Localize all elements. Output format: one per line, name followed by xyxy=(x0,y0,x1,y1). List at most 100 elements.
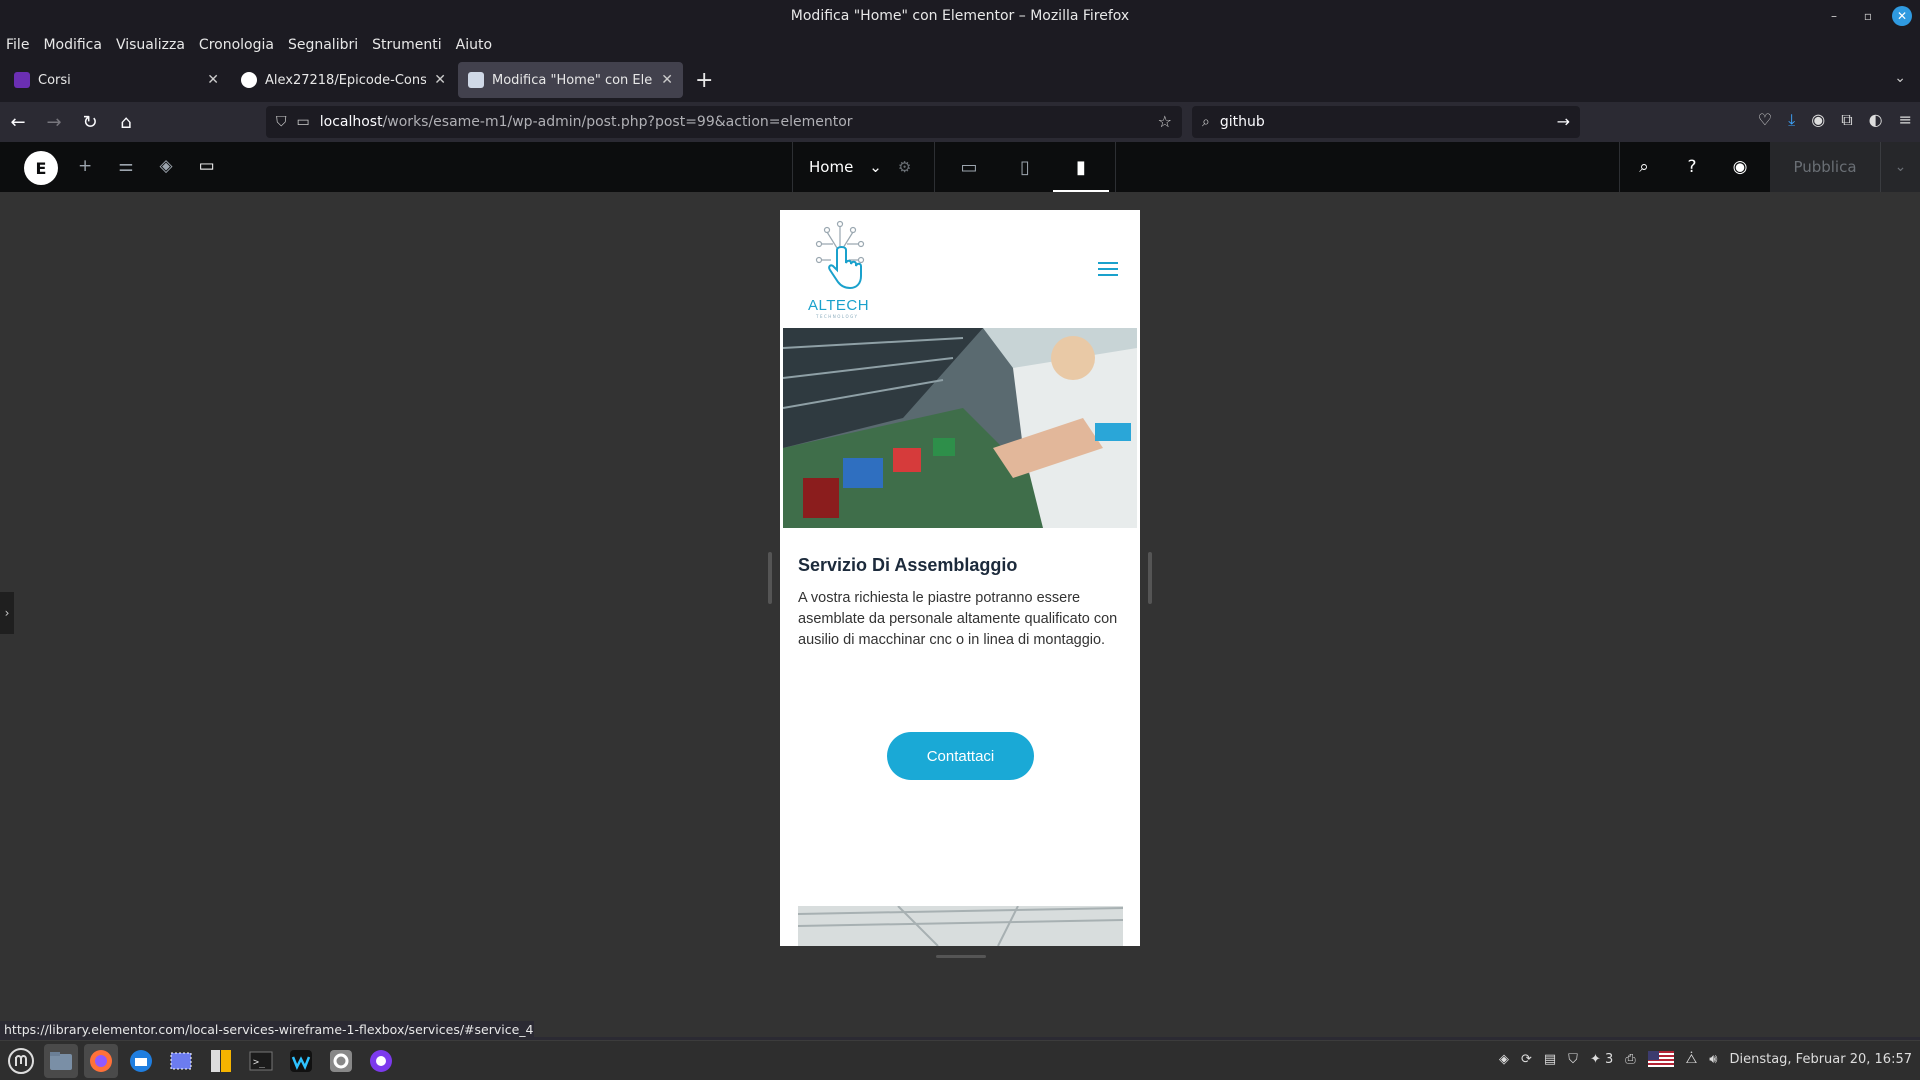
navigation-bar: ← → ↻ ⌂ ⛉ ▭ localhost/works/esame-m1/wp-… xyxy=(0,102,1920,142)
mobile-menu-icon[interactable] xyxy=(1098,262,1118,280)
tab-elementor[interactable]: Modifica "Home" con Elementor ✕ xyxy=(458,62,683,98)
help-icon[interactable]: ? xyxy=(1668,157,1716,177)
notifications-icon[interactable]: ✦ 3 xyxy=(1590,1052,1613,1067)
downloads-icon[interactable]: ⤓ xyxy=(1788,110,1795,130)
service-description: A vostra richiesta le piastre potranno e… xyxy=(798,590,1118,648)
tab-github[interactable]: Alex27218/Epicode-Consegne ✕ xyxy=(231,62,456,98)
corsi-favicon-icon xyxy=(14,72,30,88)
resize-handle-left[interactable] xyxy=(768,552,772,604)
page-icon[interactable]: ▭ xyxy=(297,114,310,130)
editor-canvas: › ALTECH TECHNOLOGY Servizio Di Assembla… xyxy=(0,192,1920,1037)
settings-icon[interactable] xyxy=(324,1044,358,1078)
extensions-icon[interactable]: ⧉ xyxy=(1841,110,1852,130)
volume-icon[interactable]: 🔊︎ xyxy=(1709,1052,1717,1067)
tab-close-icon[interactable]: ✕ xyxy=(207,72,219,88)
tab-close-icon[interactable]: ✕ xyxy=(434,72,446,88)
pocket-icon[interactable]: ♡ xyxy=(1758,110,1772,130)
finder-search-icon[interactable]: ⌕ xyxy=(1620,157,1668,177)
preview-eye-icon[interactable]: ◉ xyxy=(1716,157,1764,177)
elementor-right: ⌕ ? ◉ Pubblica ⌄ xyxy=(1619,142,1920,192)
terminal-icon[interactable]: >_ xyxy=(244,1044,278,1078)
list-all-tabs-icon[interactable]: ⌄ xyxy=(1894,70,1906,86)
status-link: https://library.elementor.com/local-serv… xyxy=(0,1021,534,1037)
calculator-icon[interactable] xyxy=(204,1044,238,1078)
github-desktop-icon[interactable] xyxy=(364,1044,398,1078)
shield-tray-icon[interactable]: ⛉ xyxy=(1568,1052,1578,1067)
discord-icon[interactable]: ◈ xyxy=(1499,1052,1509,1067)
menu-aiuto[interactable]: Aiuto xyxy=(456,37,492,53)
comments-icon[interactable]: ▭ xyxy=(199,156,215,176)
hamburger-menu-icon[interactable]: ≡ xyxy=(1899,110,1912,130)
new-tab-icon[interactable]: + xyxy=(695,68,713,93)
profile-icon[interactable]: ◐ xyxy=(1869,110,1883,130)
menu-segnalibri[interactable]: Segnalibri xyxy=(288,37,358,53)
site-settings-icon[interactable]: ⚌ xyxy=(118,156,133,176)
window-titlebar: Modifica "Home" con Elementor – Mozilla … xyxy=(0,0,1920,32)
publish-button[interactable]: Pubblica xyxy=(1770,142,1880,192)
desktop-icon[interactable]: ▭ xyxy=(941,142,997,192)
clipboard-icon[interactable]: ▤ xyxy=(1544,1052,1556,1067)
search-bar[interactable]: ⌕ github → xyxy=(1192,106,1580,138)
elementor-topbar: E + ⚌ ◈ ▭ Home ⌄ ⚙ ▭ ▯ ▮ ⌕ ? ◉ Pubblica … xyxy=(0,142,1920,192)
back-icon[interactable]: ← xyxy=(0,112,36,133)
menu-cronologia[interactable]: Cronologia xyxy=(199,37,274,53)
reload-icon[interactable]: ↻ xyxy=(72,112,108,133)
mobile-icon[interactable]: ▮ xyxy=(1053,142,1109,192)
menu-bar: File Modifica Visualizza Cronologia Segn… xyxy=(0,32,1920,58)
account-icon[interactable]: ◉ xyxy=(1811,110,1825,130)
toolbar-icons: ♡ ⤓ ◉ ⧉ ◐ ≡ xyxy=(1758,110,1912,130)
forward-icon[interactable]: → xyxy=(36,112,72,133)
tab-title: Modifica "Home" con Elementor xyxy=(492,72,653,88)
panel-toggle-icon[interactable]: › xyxy=(0,592,14,634)
menu-strumenti[interactable]: Strumenti xyxy=(372,37,442,53)
publish-options-chevron-icon[interactable]: ⌄ xyxy=(1880,142,1920,192)
update-icon[interactable]: ⟳ xyxy=(1521,1052,1532,1067)
service-title: Servizio Di Assemblaggio xyxy=(798,555,1018,575)
home-icon[interactable]: ⌂ xyxy=(108,112,144,133)
menu-visualizza[interactable]: Visualizza xyxy=(116,37,185,53)
search-input[interactable]: github xyxy=(1220,114,1265,130)
file-manager-icon[interactable] xyxy=(44,1043,78,1078)
elementor-center: Home ⌄ ⚙ ▭ ▯ ▮ xyxy=(792,142,1116,192)
menu-file[interactable]: File xyxy=(6,37,29,53)
webstorm-icon[interactable] xyxy=(284,1044,318,1078)
elementor-favicon-icon xyxy=(468,72,484,88)
page-settings-gear-icon[interactable]: ⚙ xyxy=(898,158,911,176)
firefox-icon[interactable] xyxy=(84,1043,118,1078)
clock[interactable]: Dienstag, Februar 20, 16:57 xyxy=(1729,1052,1912,1067)
mobile-preview: ALTECH TECHNOLOGY Servizio Di Assemblagg… xyxy=(780,210,1140,946)
menu-modifica[interactable]: Modifica xyxy=(43,37,102,53)
thunderbird-icon[interactable] xyxy=(124,1044,158,1078)
tab-title: Alex27218/Epicode-Consegne xyxy=(265,72,427,88)
minimize-icon[interactable]: – xyxy=(1824,9,1844,23)
tab-corsi[interactable]: Corsi ✕ xyxy=(4,62,229,98)
printer-icon[interactable]: ⎙ xyxy=(1625,1052,1635,1067)
search-icon: ⌕ xyxy=(1202,114,1210,130)
restore-icon[interactable]: ▫ xyxy=(1858,9,1878,23)
shield-icon[interactable]: ⛉ xyxy=(276,114,287,130)
page-selector[interactable]: Home ⌄ ⚙ xyxy=(793,142,935,192)
url-path: /works/esame-m1/wp-admin/post.php?post=9… xyxy=(382,114,853,130)
search-go-icon[interactable]: → xyxy=(1557,112,1570,131)
elementor-logo-icon[interactable]: E xyxy=(24,151,58,185)
second-photo xyxy=(798,906,1123,946)
tab-close-icon[interactable]: ✕ xyxy=(661,72,673,88)
url-bar[interactable]: ⛉ ▭ localhost/works/esame-m1/wp-admin/po… xyxy=(266,106,1182,138)
network-icon[interactable]: ⧊ xyxy=(1686,1052,1698,1067)
keyboard-layout-flag-icon[interactable] xyxy=(1647,1051,1674,1067)
structure-icon[interactable]: ◈ xyxy=(160,156,173,176)
screenshot-icon[interactable] xyxy=(164,1044,198,1078)
resize-handle-right[interactable] xyxy=(1148,552,1152,604)
tab-bar: Corsi ✕ Alex27218/Epicode-Consegne ✕ Mod… xyxy=(0,58,1920,102)
tablet-icon[interactable]: ▯ xyxy=(997,142,1053,192)
contact-button[interactable]: Contattaci xyxy=(887,732,1034,780)
close-window-icon[interactable]: ✕ xyxy=(1892,6,1912,26)
mint-menu-icon[interactable] xyxy=(4,1044,38,1078)
os-taskbar: >_ ◈ ⟳ ▤ ⛉ ✦ 3 ⎙ ⧊ 🔊︎ Dienstag, Februar … xyxy=(0,1040,1920,1080)
notification-count: 3 xyxy=(1604,1051,1614,1067)
bookmark-star-icon[interactable]: ☆ xyxy=(1158,112,1172,131)
add-element-icon[interactable]: + xyxy=(78,156,92,176)
resize-handle-bottom[interactable] xyxy=(936,955,986,958)
brand-name: ALTECH xyxy=(808,297,870,314)
elementor-tools: + ⚌ ◈ ▭ xyxy=(78,156,215,176)
